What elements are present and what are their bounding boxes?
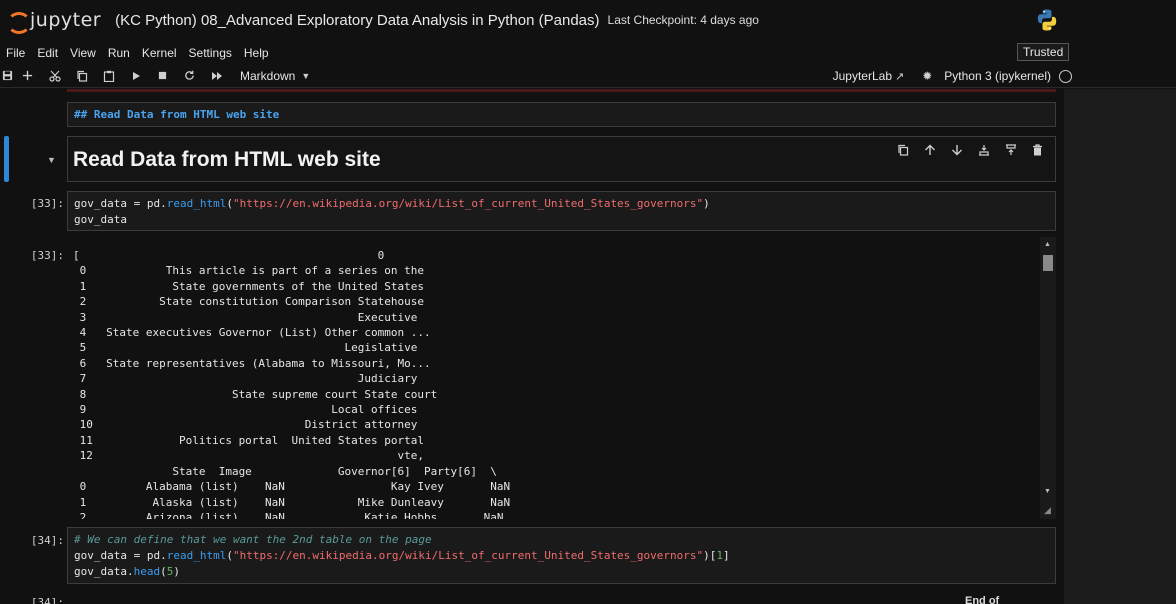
jupyter-logo-icon <box>6 9 31 34</box>
code-cell-34[interactable]: # We can define that we want the 2nd tab… <box>67 527 1056 584</box>
jupyter-logo[interactable]: jupyter <box>6 9 102 34</box>
code-line-2: gov_data = pd.read_html("https://en.wiki… <box>74 549 730 562</box>
save-icon[interactable] <box>0 65 14 87</box>
output-text: [ 0 0 This article is part of a series o… <box>73 249 511 519</box>
restart-kernel-icon[interactable] <box>176 65 203 87</box>
code-line-1: gov_data = pd.read_html("https://en.wiki… <box>74 197 710 210</box>
copy-icon[interactable] <box>68 65 95 87</box>
output-scrollbar[interactable]: ▲ ▼ ◢ <box>1040 237 1056 519</box>
debugger-icon[interactable]: ✹ <box>922 69 932 83</box>
code-line-2: gov_data <box>74 213 127 226</box>
scroll-up-icon[interactable]: ▲ <box>1044 241 1051 248</box>
chevron-down-icon: ▼ <box>301 70 311 81</box>
jupyterlab-link[interactable]: JupyterLab <box>833 69 892 83</box>
output-33-prompt: [33]: <box>30 249 64 262</box>
toolbar-right: JupyterLab ↗ ✹ Python 3 (ipykernel) <box>833 64 1072 88</box>
cut-icon[interactable] <box>41 65 68 87</box>
delete-cell-icon[interactable] <box>1024 141 1051 159</box>
markdown-rendered-cell[interactable]: Read Data from HTML web site <box>67 136 1056 182</box>
menu-kernel[interactable]: Kernel <box>142 46 177 60</box>
menu-help[interactable]: Help <box>244 46 269 60</box>
active-cell-indicator[interactable] <box>4 136 9 182</box>
paste-icon[interactable] <box>95 65 122 87</box>
menu-file[interactable]: File <box>6 46 25 60</box>
app-header: jupyter (KC Python) 08_Advanced Explorat… <box>0 0 1176 40</box>
notebook-title[interactable]: (KC Python) 08_Advanced Exploratory Data… <box>115 12 599 29</box>
rendered-heading: Read Data from HTML web site <box>73 148 381 171</box>
interrupt-kernel-icon[interactable] <box>149 65 176 87</box>
notebook-toolbar: Markdown ▼ JupyterLab ↗ ✹ Python 3 (ipyk… <box>0 64 1176 88</box>
cell-33-prompt: [33]: <box>30 197 64 210</box>
resize-grip-icon[interactable]: ◢ <box>1044 505 1051 516</box>
cell-type-dropdown[interactable]: Markdown ▼ <box>240 69 310 83</box>
logo-text: jupyter <box>30 9 102 31</box>
cell-type-value: Markdown <box>240 68 296 83</box>
menu-settings[interactable]: Settings <box>189 46 232 60</box>
insert-below-icon[interactable] <box>997 141 1024 159</box>
menu-view[interactable]: View <box>70 46 96 60</box>
code-comment: # We can define that we want the 2nd tab… <box>74 533 432 546</box>
scroll-down-icon[interactable]: ▼ <box>1044 488 1051 495</box>
right-side-panel <box>1064 89 1176 604</box>
restart-run-all-icon[interactable] <box>203 65 230 87</box>
menu-edit[interactable]: Edit <box>37 46 58 60</box>
cell-34-prompt: [34]: <box>30 534 64 547</box>
duplicate-cell-icon[interactable] <box>889 141 916 159</box>
collapse-heading-icon[interactable]: ▼ <box>47 155 56 165</box>
markdown-source-cell[interactable]: ## Read Data from HTML web site <box>67 102 1056 127</box>
output-34-prompt: [34]: <box>30 596 64 604</box>
output-area-33[interactable]: [ 0 0 This article is part of a series o… <box>67 237 1056 519</box>
markdown-source-text: ## Read Data from HTML web site <box>74 108 280 121</box>
move-up-icon[interactable] <box>916 141 943 159</box>
python-logo-icon <box>1037 9 1057 31</box>
kernel-name[interactable]: Python 3 (ipykernel) <box>944 69 1051 83</box>
previous-cell-edge <box>67 89 1056 92</box>
code-line-3: gov_data.head(5) <box>74 565 180 578</box>
menu-run[interactable]: Run <box>108 46 130 60</box>
menu-bar: File Edit View Run Kernel Settings Help … <box>0 42 1176 64</box>
kernel-status-icon <box>1059 69 1072 83</box>
notebook-panel[interactable]: ## Read Data from HTML web site ▼ Read D… <box>0 89 1064 604</box>
trusted-badge[interactable]: Trusted <box>1017 43 1070 61</box>
external-link-icon: ↗ <box>895 70 905 83</box>
scrollbar-thumb[interactable] <box>1043 255 1053 271</box>
insert-above-icon[interactable] <box>970 141 997 159</box>
add-cell-icon[interactable] <box>14 65 41 87</box>
run-cell-icon[interactable] <box>122 65 149 87</box>
cell-toolbar <box>889 141 1051 159</box>
move-down-icon[interactable] <box>943 141 970 159</box>
last-checkpoint: Last Checkpoint: 4 days ago <box>607 13 759 27</box>
code-cell-33[interactable]: gov_data = pd.read_html("https://en.wiki… <box>67 191 1056 231</box>
output-34-partial-text: End of <box>965 595 1000 604</box>
